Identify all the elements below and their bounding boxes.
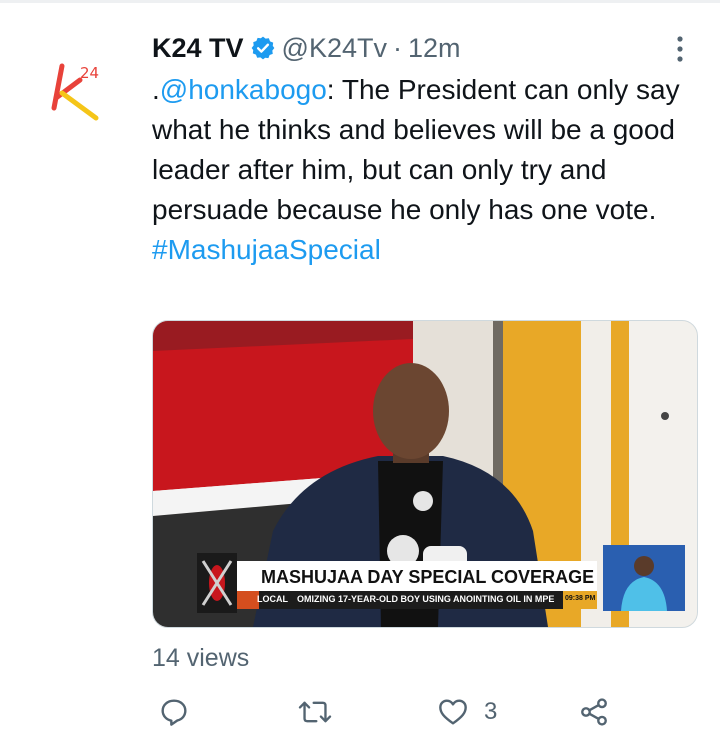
retweet-icon [298,701,332,723]
ticker-text: OMIZING 17-YEAR-OLD BOY USING ANOINTING … [297,594,555,604]
video-media[interactable]: MASHUJAA DAY SPECIAL COVERAGE LOCAL OMIZ… [152,320,698,628]
share-icon [581,698,607,726]
reply-button[interactable] [158,696,204,728]
action-bar: 3 [0,688,720,740]
handle[interactable]: @K24Tv [282,33,387,64]
reply-icon [161,699,187,726]
svg-text:24: 24 [80,64,99,82]
tweet-header: K24 TV @K24Tv · 12m [152,30,461,66]
k24-logo-icon[interactable]: 24 [40,58,110,128]
share-button[interactable] [578,696,610,728]
separator: · [393,32,402,63]
banner-title: MASHUJAA DAY SPECIAL COVERAGE [261,567,595,587]
display-name[interactable]: K24 TV [152,33,244,64]
top-divider [0,0,720,3]
verified-badge-icon [251,36,274,60]
timestamp[interactable]: 12m [408,33,461,64]
heart-icon [439,699,467,725]
like-count: 3 [484,698,498,725]
like-button[interactable]: 3 [436,696,497,728]
text-prefix: . [152,74,160,105]
more-icon[interactable] [670,34,690,64]
retweet-button[interactable] [298,696,346,728]
hashtag-link[interactable]: #MashujaaSpecial [152,234,381,265]
ticker-tag: LOCAL [257,594,288,604]
mention-link[interactable]: @honkabogo [160,74,327,105]
tweet-text: .@honkabogo: The President can only say … [152,70,692,270]
ticker-time: 09:38 PM [565,595,596,602]
view-count: 14 views [152,644,250,672]
